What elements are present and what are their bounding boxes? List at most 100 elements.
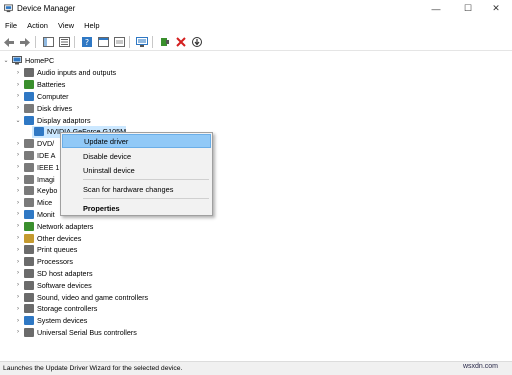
collapse-icon[interactable]: ⌄ (2, 57, 10, 64)
tree-category-item[interactable]: › Monit (14, 209, 55, 221)
expand-icon[interactable]: › (14, 164, 22, 170)
tree-item-label: Processors (37, 257, 73, 267)
tree-category-item[interactable]: › Print queues (14, 244, 77, 256)
tree-category-item[interactable]: › IDE A (14, 150, 55, 162)
menu-view[interactable]: View (53, 21, 79, 30)
expand-icon[interactable]: › (14, 141, 22, 147)
expand-icon[interactable]: › (14, 270, 22, 276)
minimize-button[interactable]: — (420, 0, 452, 17)
ide-icon (24, 150, 34, 160)
disable-device-item[interactable]: Disable device (62, 149, 211, 163)
tree-item-label: Network adapters (37, 221, 94, 231)
menu-file[interactable]: File (0, 21, 22, 30)
collapse-icon[interactable]: ⌄ (14, 117, 22, 124)
show-hide-tree-icon[interactable] (41, 36, 55, 49)
tree-item-label: DVD/ (37, 139, 55, 149)
menu-action[interactable]: Action (22, 21, 53, 30)
tree-item-label: Disk drives (37, 103, 73, 113)
tree-category-item[interactable]: › Mice (14, 197, 52, 209)
expand-icon[interactable]: › (14, 176, 22, 182)
tree-item-label: Audio inputs and outputs (37, 68, 117, 78)
expand-icon[interactable]: › (14, 235, 22, 241)
menu-bar: File Action View Help (0, 17, 512, 33)
sound-icon (24, 292, 34, 302)
tree-category-item[interactable]: › Other devices (14, 232, 81, 244)
properties-sheet-icon[interactable] (57, 36, 71, 49)
tree-item-label: Storage controllers (37, 304, 98, 314)
tree-category-item[interactable]: › IEEE 1 (14, 161, 59, 173)
tree-category-item[interactable]: › Keybo (14, 185, 57, 197)
properties-item[interactable]: Properties (62, 201, 211, 215)
expand-icon[interactable]: › (14, 200, 22, 206)
battery-icon (24, 80, 34, 90)
menu-separator (83, 198, 209, 199)
expand-icon[interactable]: › (14, 105, 22, 111)
tree-category-item[interactable]: › System devices (14, 315, 87, 327)
expand-icon[interactable]: › (14, 188, 22, 194)
tree-item-label: Batteries (37, 80, 66, 90)
scan-hardware-item[interactable]: Scan for hardware changes (62, 182, 211, 196)
expand-icon[interactable]: › (14, 82, 22, 88)
tree-root-label: HomePC (25, 56, 55, 66)
close-button[interactable]: ✕ (480, 0, 512, 17)
expand-icon[interactable]: › (14, 247, 22, 253)
expand-icon[interactable]: › (14, 259, 22, 265)
tree-category-item[interactable]: ⌄ Display adaptors (14, 114, 91, 126)
view-window-icon[interactable] (96, 36, 110, 49)
tree-category-item[interactable]: › Computer (14, 91, 69, 103)
expand-icon[interactable]: › (14, 211, 22, 217)
tree-category-item[interactable]: › Network adapters (14, 220, 93, 232)
monitor-icon (24, 115, 34, 125)
details-icon[interactable] (112, 36, 126, 49)
speaker-icon (24, 68, 34, 78)
tree-root[interactable]: ⌄ HomePC (2, 55, 54, 67)
tree-category-item[interactable]: › Universal Serial Bus controllers (14, 327, 137, 339)
other-devices-icon (24, 233, 34, 243)
expand-icon[interactable]: › (14, 70, 22, 76)
expand-icon[interactable]: › (14, 329, 22, 335)
help-icon[interactable]: ? (80, 36, 94, 49)
tree-category-item[interactable]: › Disk drives (14, 102, 72, 114)
tree-category-item[interactable]: › Batteries (14, 79, 65, 91)
tree-category-item[interactable]: › Imagi (14, 173, 55, 185)
expand-icon[interactable]: › (14, 93, 22, 99)
device-manager-icon (4, 4, 13, 13)
update-driver-item[interactable]: Update driver (62, 134, 211, 148)
scan-hardware-icon[interactable] (135, 36, 149, 49)
sd-card-icon (24, 268, 34, 278)
menu-help[interactable]: Help (79, 21, 104, 30)
menu-separator (83, 179, 209, 180)
tree-category-item[interactable]: › Sound, video and game controllers (14, 291, 148, 303)
tree-category-item[interactable]: › Software devices (14, 279, 92, 291)
expand-icon[interactable]: › (14, 223, 22, 229)
tree-item-label: Other devices (37, 233, 82, 243)
tree-item-label: Keybo (37, 186, 58, 196)
back-arrow-icon[interactable] (2, 36, 16, 49)
svg-text:?: ? (85, 38, 89, 47)
uninstall-icon[interactable] (174, 36, 188, 49)
ieee-icon (24, 162, 34, 172)
tree-category-item[interactable]: › Storage controllers (14, 303, 97, 315)
network-icon (24, 221, 34, 231)
expand-icon[interactable]: › (14, 306, 22, 312)
expand-icon[interactable]: › (14, 282, 22, 288)
tree-category-item[interactable]: › Processors (14, 256, 73, 268)
tree-item-label: IEEE 1 (37, 162, 60, 172)
status-bar: Launches the Update Driver Wizard for th… (0, 361, 512, 375)
status-text: Launches the Update Driver Wizard for th… (3, 365, 183, 372)
tree-category-item[interactable]: › Audio inputs and outputs (14, 67, 116, 79)
download-driver-icon[interactable] (190, 36, 204, 49)
tree-category-item[interactable]: › SD host adapters (14, 268, 93, 280)
expand-icon[interactable]: › (14, 318, 22, 324)
camera-icon (24, 174, 34, 184)
expand-icon[interactable]: › (14, 294, 22, 300)
tree-item-label: Universal Serial Bus controllers (37, 327, 137, 337)
usb-icon (24, 327, 34, 337)
expand-icon[interactable]: › (14, 152, 22, 158)
forward-arrow-icon[interactable] (18, 36, 32, 49)
update-driver-icon[interactable] (158, 36, 172, 49)
tree-item-label: Sound, video and game controllers (37, 292, 149, 302)
dvd-icon (24, 139, 34, 149)
uninstall-device-item[interactable]: Uninstall device (62, 163, 211, 177)
tree-category-item[interactable]: › DVD/ (14, 138, 54, 150)
